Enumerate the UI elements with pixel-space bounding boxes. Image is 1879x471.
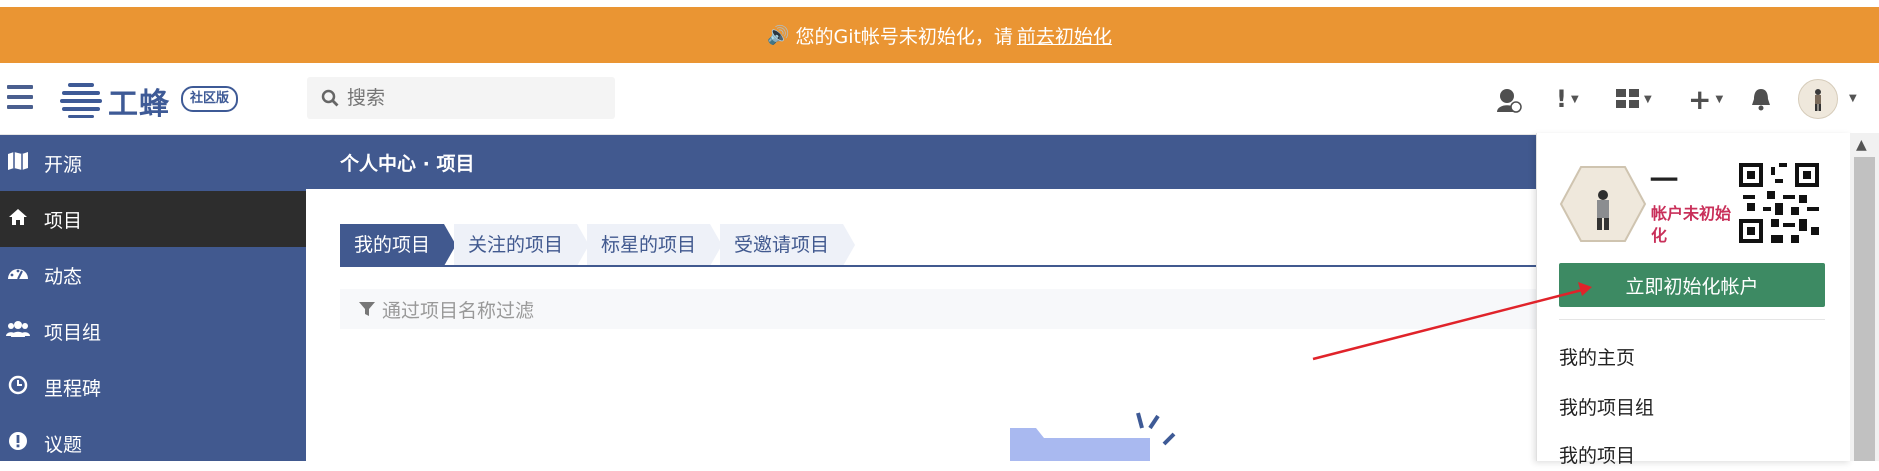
alert-dropdown[interactable]: ! ▼	[1556, 81, 1579, 117]
plus-icon: +	[1688, 82, 1712, 116]
profile-name: 一	[1650, 164, 1679, 197]
init-warning-banner: 🔊 您的Git帐号未初始化，请 前去初始化	[0, 7, 1879, 63]
tab-starred-projects[interactable]: 标星的项目	[587, 224, 723, 266]
sidebar-item-opensource[interactable]: 开源	[0, 135, 306, 191]
menu-toggle-icon[interactable]	[7, 85, 33, 109]
scrollbar-thumb[interactable]	[1854, 157, 1875, 461]
logo-icon[interactable]	[60, 79, 102, 119]
support-icon[interactable]	[1494, 81, 1522, 117]
sidebar-item-projects[interactable]: 项目	[0, 191, 306, 247]
sidebar: 开源 项目 动态 项目组 里程碑 议题	[0, 135, 306, 461]
notifications-button[interactable]	[1750, 81, 1772, 117]
scroll-up-icon[interactable]: ▲	[1856, 137, 1867, 153]
user-menu-caret[interactable]: ▼	[1849, 93, 1857, 104]
search-input[interactable]	[345, 86, 599, 110]
users-icon	[6, 320, 30, 343]
sidebar-item-activity[interactable]: 动态	[0, 247, 306, 303]
create-dropdown[interactable]: + ▼	[1688, 81, 1723, 117]
qr-code-icon	[1739, 163, 1819, 243]
banner-text: 您的Git帐号未初始化，请	[795, 25, 1013, 48]
divider	[1559, 319, 1825, 320]
tab-underline	[340, 265, 1536, 267]
sidebar-item-label: 项目组	[44, 321, 102, 344]
sidebar-item-label: 动态	[44, 265, 83, 288]
apps-dropdown[interactable]: ▼	[1616, 81, 1652, 117]
sidebar-item-label: 项目	[44, 209, 83, 232]
dashboard-icon	[6, 263, 30, 288]
init-account-button[interactable]: 立即初始化帐户	[1559, 263, 1825, 307]
project-tabs: 我的项目 关注的项目 标星的项目 受邀请项目	[340, 224, 856, 266]
link-my-groups[interactable]: 我的项目组	[1559, 393, 1654, 420]
search-icon	[321, 89, 339, 107]
tab-watched-projects[interactable]: 关注的项目	[454, 224, 590, 266]
scrollbar[interactable]: ▲	[1850, 133, 1879, 461]
exclamation-icon	[6, 431, 30, 456]
map-icon	[6, 151, 30, 176]
banner-init-link[interactable]: 前去初始化	[1017, 22, 1112, 49]
breadcrumb: 个人中心 · 项目	[340, 152, 475, 175]
sidebar-item-label: 里程碑	[44, 377, 102, 400]
sidebar-item-label: 开源	[44, 153, 83, 176]
project-filter[interactable]: 通过项目名称过滤	[340, 289, 1536, 329]
empty-folder-illustration	[1010, 412, 1176, 461]
user-dropdown-menu: 一 帐户未初始化 立即初始化帐户 我的主页 我的项目组 我的项目	[1536, 133, 1851, 467]
filter-placeholder: 通过项目名称过滤	[382, 299, 535, 322]
top-navbar: 工蜂 社区版 !▼ ▼ +▼	[0, 63, 1879, 135]
sidebar-item-groups[interactable]: 项目组	[0, 303, 306, 359]
link-my-homepage[interactable]: 我的主页	[1559, 343, 1635, 370]
clock-icon	[6, 375, 30, 400]
breadcrumb-bar: 个人中心 · 项目	[306, 135, 1536, 189]
link-my-projects[interactable]: 我的项目	[1559, 441, 1635, 468]
bell-icon	[1752, 89, 1770, 111]
user-avatar[interactable]	[1798, 79, 1838, 119]
account-status: 帐户未初始化	[1651, 204, 1732, 245]
speaker-icon: 🔊	[767, 24, 790, 46]
alert-icon: !	[1556, 85, 1567, 113]
tab-my-projects[interactable]: 我的项目	[340, 224, 457, 266]
sidebar-item-label: 议题	[44, 433, 83, 456]
logo-text[interactable]: 工蜂	[108, 79, 170, 123]
apps-grid-icon	[1616, 89, 1639, 108]
filter-icon	[359, 302, 375, 316]
tab-invited-projects[interactable]: 受邀请项目	[720, 224, 856, 266]
sidebar-item-issues[interactable]: 议题	[0, 415, 306, 471]
profile-avatar	[1559, 166, 1647, 242]
sidebar-item-milestones[interactable]: 里程碑	[0, 359, 306, 415]
home-icon	[6, 208, 30, 231]
edition-badge: 社区版	[181, 86, 239, 112]
search-box[interactable]	[307, 77, 615, 119]
